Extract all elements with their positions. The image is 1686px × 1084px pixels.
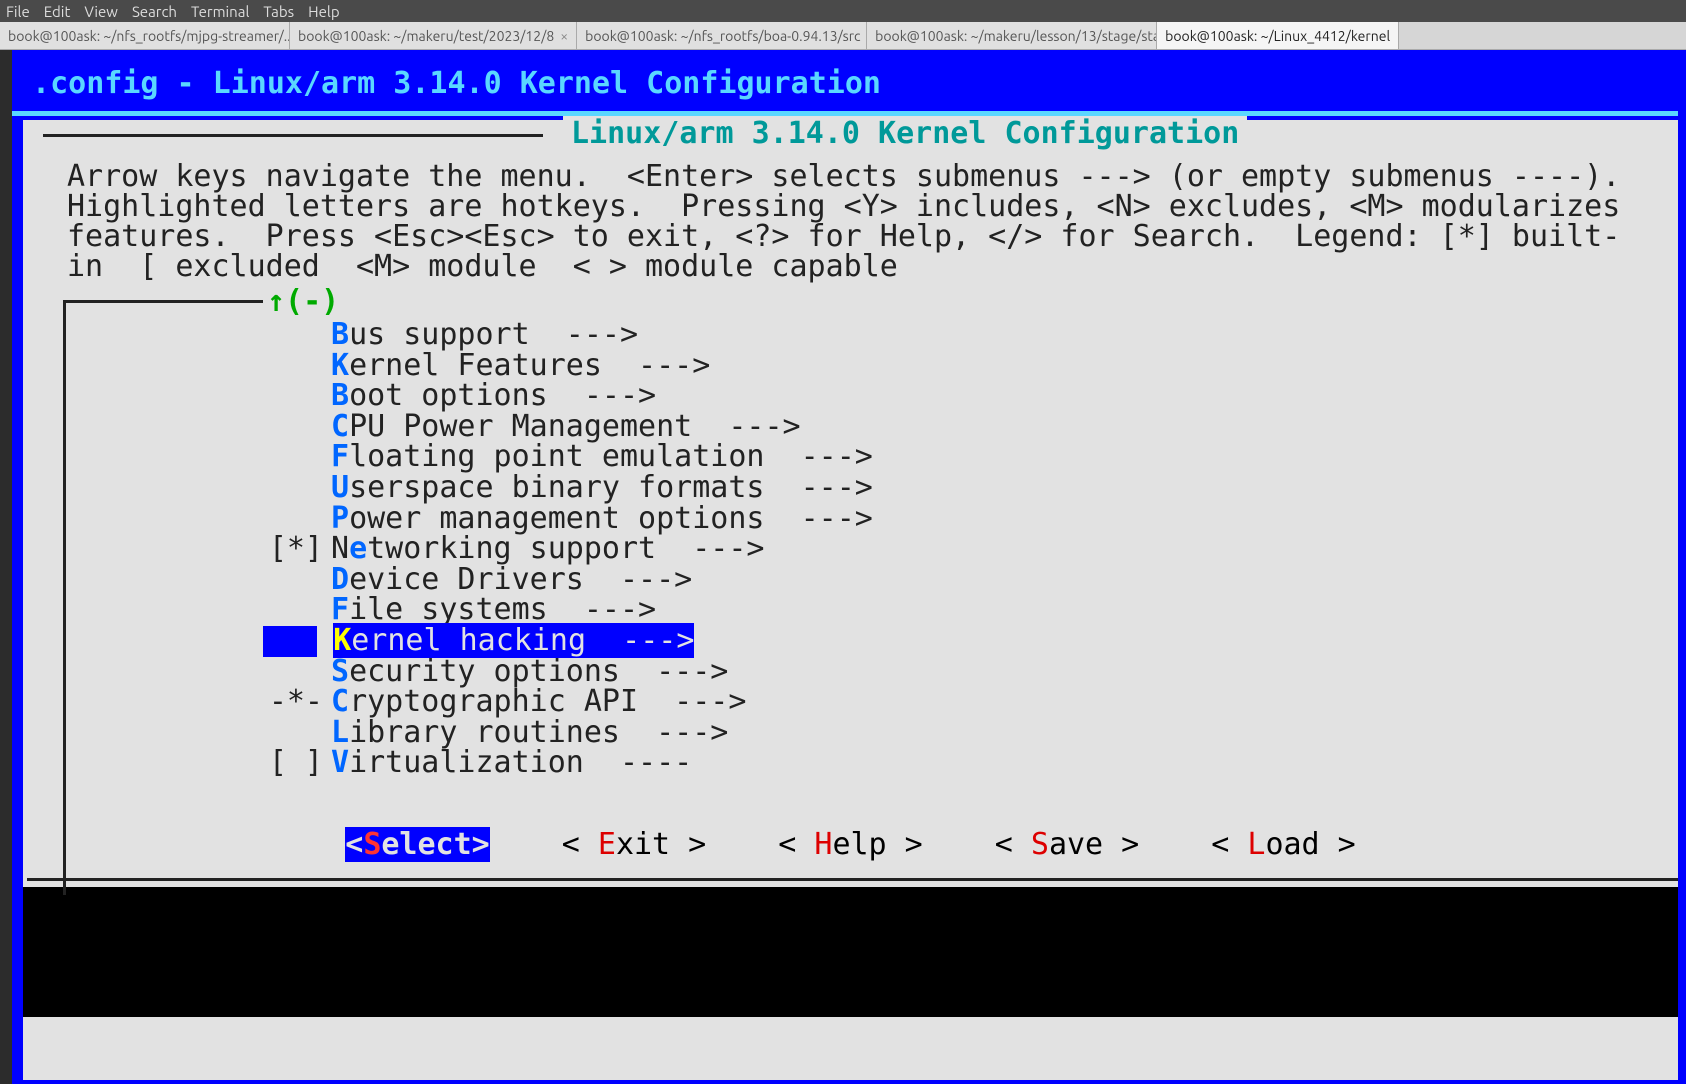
menu-item-5[interactable]: Userspace binary formats ---> xyxy=(263,473,1678,504)
launcher-strip xyxy=(0,50,12,1084)
menu-item-0[interactable]: Bus support ---> xyxy=(263,320,1678,351)
menu-item-4[interactable]: Floating point emulation ---> xyxy=(263,442,1678,473)
terminal-blank xyxy=(23,887,1678,1017)
menu-item-7[interactable]: [*]Networking support ---> xyxy=(263,534,1678,565)
button-save[interactable]: < Save > xyxy=(995,827,1140,862)
menu-search[interactable]: Search xyxy=(132,3,177,20)
dialog-header: Linux/arm 3.14.0 Kernel Configuration xyxy=(23,120,1678,150)
button-help[interactable]: < Help > xyxy=(778,827,923,862)
menu-item-13[interactable]: Library routines ---> xyxy=(263,718,1678,749)
menu-item-14[interactable]: [ ]Virtualization ---- xyxy=(263,748,1678,779)
menu-edit[interactable]: Edit xyxy=(44,3,71,20)
rule xyxy=(43,134,543,137)
menuconfig-dialog: Linux/arm 3.14.0 Kernel Configuration Ar… xyxy=(23,120,1678,1080)
menu-tabs[interactable]: Tabs xyxy=(263,3,294,20)
tab-label: book@100ask: ~/makeru/lesson/13/stage/st… xyxy=(875,28,1157,44)
menu-item-3[interactable]: CPU Power Management ---> xyxy=(263,412,1678,443)
menu-item-1[interactable]: Kernel Features ---> xyxy=(263,351,1678,382)
tab-0[interactable]: book@100ask: ~/nfs_rootfs/mjpg-streamer/… xyxy=(0,22,290,49)
menu-item-6[interactable]: Power management options ---> xyxy=(263,504,1678,535)
tab-label: book@100ask: ~/nfs_rootfs/mjpg-streamer/… xyxy=(8,28,290,44)
help-text: Arrow keys navigate the menu. <Enter> se… xyxy=(23,150,1678,282)
menu-help[interactable]: Help xyxy=(308,3,339,20)
bottom-rule xyxy=(27,878,1678,881)
menu-view[interactable]: View xyxy=(84,3,118,20)
menu-border-left xyxy=(63,300,66,895)
config-title: .config - Linux/arm 3.14.0 Kernel Config… xyxy=(8,58,1678,111)
button-exit[interactable]: < Exit > xyxy=(562,827,707,862)
menu-item-8[interactable]: Device Drivers ---> xyxy=(263,565,1678,596)
menu-item-12[interactable]: -*-Cryptographic API ---> xyxy=(263,687,1678,718)
tab-4[interactable]: book@100ask: ~/Linux_4412/kernel xyxy=(1157,22,1399,49)
menu-frame: ↑(-) Bus support ---> Kernel Features --… xyxy=(63,290,1678,779)
terminal: .config - Linux/arm 3.14.0 Kernel Config… xyxy=(0,50,1686,1084)
close-icon[interactable]: × xyxy=(560,28,568,44)
tab-3[interactable]: book@100ask: ~/makeru/lesson/13/stage/st… xyxy=(867,22,1157,49)
menu-border-top: ↑(-) xyxy=(63,290,1678,320)
menubar: File Edit View Search Terminal Tabs Help xyxy=(0,0,1686,22)
menu-item-9[interactable]: File systems ---> xyxy=(263,595,1678,626)
tab-label: book@100ask: ~/makeru/test/2023/12/8 xyxy=(298,28,554,44)
tab-label: book@100ask: ~/nfs_rootfs/boa-0.94.13/sr… xyxy=(585,28,860,44)
menu-terminal[interactable]: Terminal xyxy=(191,3,249,20)
tab-2[interactable]: book@100ask: ~/nfs_rootfs/boa-0.94.13/sr… xyxy=(577,22,867,49)
tabbar: book@100ask: ~/nfs_rootfs/mjpg-streamer/… xyxy=(0,22,1686,50)
menu-item-11[interactable]: Security options ---> xyxy=(263,657,1678,688)
menu-list[interactable]: Bus support ---> Kernel Features ---> Bo… xyxy=(63,320,1678,779)
button-bar: <Select> < Exit > < Help > < Save > < Load > xyxy=(23,827,1678,862)
scroll-up-indicator: ↑(-) xyxy=(263,284,343,319)
button-load[interactable]: < Load > xyxy=(1211,827,1356,862)
button-select[interactable]: <Select> xyxy=(345,827,490,862)
menu-file[interactable]: File xyxy=(6,3,30,20)
tab-1[interactable]: book@100ask: ~/makeru/test/2023/12/8 × xyxy=(290,22,577,49)
tab-label: book@100ask: ~/Linux_4412/kernel xyxy=(1165,28,1390,44)
corner xyxy=(63,300,263,303)
menu-item-10[interactable]: Kernel hacking ---> xyxy=(263,626,1678,657)
dialog-title: Linux/arm 3.14.0 Kernel Configuration xyxy=(563,116,1247,151)
menu-item-2[interactable]: Boot options ---> xyxy=(263,381,1678,412)
